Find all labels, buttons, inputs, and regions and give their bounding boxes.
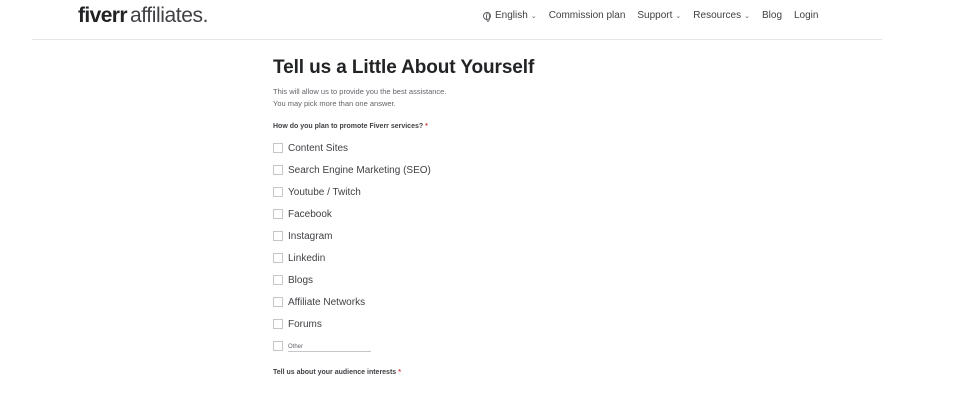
chevron-down-icon: ⌄: [675, 12, 682, 20]
top-header: fiverr affiliates. English ⌄ Commission …: [0, 0, 960, 40]
option-other[interactable]: Other: [273, 335, 693, 357]
option-label: Affiliate Networks: [288, 296, 366, 308]
checkbox[interactable]: [273, 165, 283, 175]
option-forums[interactable]: Forums: [273, 313, 693, 335]
nav-blog-label: Blog: [761, 10, 782, 21]
option-label: Instagram: [288, 230, 333, 242]
checkbox[interactable]: [273, 187, 283, 197]
globe-icon: [483, 11, 491, 22]
option-label: Youtube / Twitch: [288, 186, 361, 198]
nav-support-label: Support: [637, 10, 673, 21]
checkbox[interactable]: [273, 275, 283, 285]
checkbox[interactable]: [273, 319, 283, 329]
option-label: Content Sites: [288, 142, 349, 154]
option-content-sites[interactable]: Content Sites: [273, 137, 693, 159]
checkbox[interactable]: [273, 143, 283, 153]
nav-commission-plan[interactable]: Commission plan: [549, 10, 626, 21]
option-label: Facebook: [288, 208, 332, 220]
chevron-down-icon: ⌄: [744, 12, 750, 20]
nav-language-label: English: [495, 10, 528, 21]
nav-commission-plan-label: Commission plan: [548, 10, 626, 21]
option-label: Blogs: [288, 274, 314, 286]
header-divider: [32, 39, 882, 40]
checkbox[interactable]: [273, 231, 283, 241]
nav-resources[interactable]: Resources ⌄: [693, 10, 750, 21]
option-affiliate-networks[interactable]: Affiliate Networks: [273, 291, 693, 313]
option-label: Forums: [288, 318, 322, 330]
form-intro: This will allow us to provide you the be…: [273, 86, 693, 110]
page-title: Tell us a Little About Yourself: [273, 57, 535, 78]
logo-sub-text: affiliates.: [129, 4, 209, 27]
option-linkedin[interactable]: Linkedin: [273, 247, 693, 269]
intro-line-2: You may pick more than one answer.: [273, 99, 396, 108]
nav-support[interactable]: Support ⌄: [637, 10, 681, 21]
option-label: Search Engine Marketing (SEO): [288, 164, 431, 176]
nav-login[interactable]: Login: [794, 10, 818, 21]
promote-options: Content Sites Search Engine Marketing (S…: [273, 137, 693, 357]
checkbox[interactable]: [273, 253, 283, 263]
required-asterisk: *: [425, 123, 428, 130]
nav-blog[interactable]: Blog: [762, 10, 782, 21]
checkbox[interactable]: [273, 297, 283, 307]
logo-main-text: fiverr: [78, 4, 128, 27]
nav-language[interactable]: English ⌄: [483, 10, 537, 22]
checkbox[interactable]: [273, 209, 283, 219]
option-seo[interactable]: Search Engine Marketing (SEO): [273, 159, 693, 181]
checkbox[interactable]: [273, 341, 283, 351]
intro-line-1: This will allow us to provide you the be…: [273, 87, 447, 96]
top-nav: English ⌄ Commission plan Support ⌄ Reso…: [483, 10, 818, 22]
option-instagram[interactable]: Instagram: [273, 225, 693, 247]
nav-resources-label: Resources: [693, 10, 742, 21]
chevron-down-icon: ⌄: [530, 12, 537, 20]
question-promote-label: How do you plan to promote Fiverr servic…: [273, 123, 424, 130]
option-blogs[interactable]: Blogs: [273, 269, 693, 291]
nav-login-label: Login: [794, 10, 819, 21]
required-asterisk: *: [398, 369, 401, 376]
fiverr-affiliates-logo[interactable]: fiverr affiliates.: [78, 4, 208, 28]
question-audience-label: Tell us about your audience interests: [273, 369, 397, 376]
option-facebook[interactable]: Facebook: [273, 203, 693, 225]
other-input[interactable]: Other: [288, 343, 371, 352]
question-audience-interests: Tell us about your audience interests *: [273, 368, 693, 378]
about-yourself-form: Tell us a Little About Yourself This wil…: [273, 57, 693, 378]
question-promote: How do you plan to promote Fiverr servic…: [273, 122, 693, 132]
option-label: Linkedin: [288, 252, 326, 264]
option-youtube-twitch[interactable]: Youtube / Twitch: [273, 181, 693, 203]
